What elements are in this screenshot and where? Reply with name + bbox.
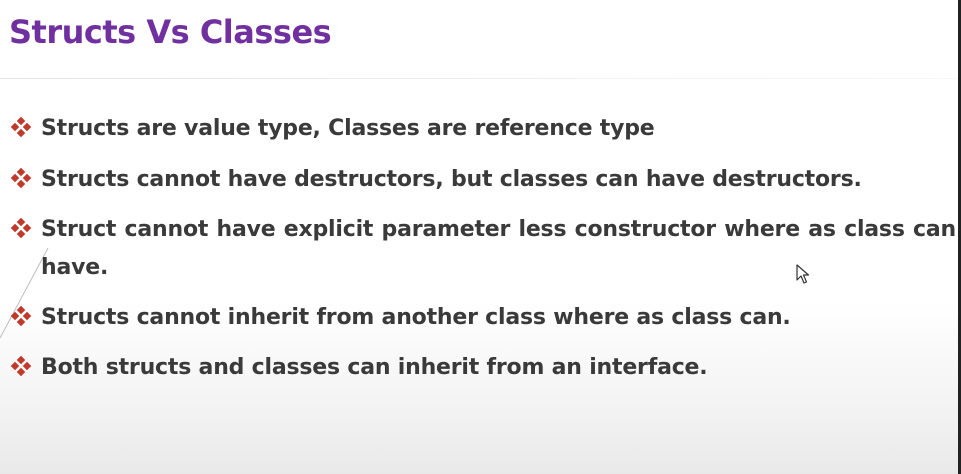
slide-title: Structs Vs Classes xyxy=(9,13,332,51)
diamond-bullet-icon xyxy=(10,167,32,189)
diamond-bullet-icon xyxy=(10,305,32,327)
mouse-cursor-icon xyxy=(796,264,810,284)
slide: Structs Vs Classes Structs are value typ… xyxy=(0,0,961,474)
diamond-bullet-icon xyxy=(10,217,32,239)
bullet-text: Structs cannot inherit from another clas… xyxy=(41,305,791,330)
bullet-text: Both structs and classes can inherit fro… xyxy=(41,355,708,380)
diamond-bullet-icon xyxy=(10,355,32,377)
bullet-text: Structs are value type, Classes are refe… xyxy=(41,116,655,141)
diamond-bullet-icon xyxy=(10,116,32,138)
title-divider xyxy=(0,78,958,79)
bullet-text: Struct cannot have explicit parameter le… xyxy=(41,217,956,280)
bullet-text: Structs cannot have destructors, but cla… xyxy=(41,167,862,192)
